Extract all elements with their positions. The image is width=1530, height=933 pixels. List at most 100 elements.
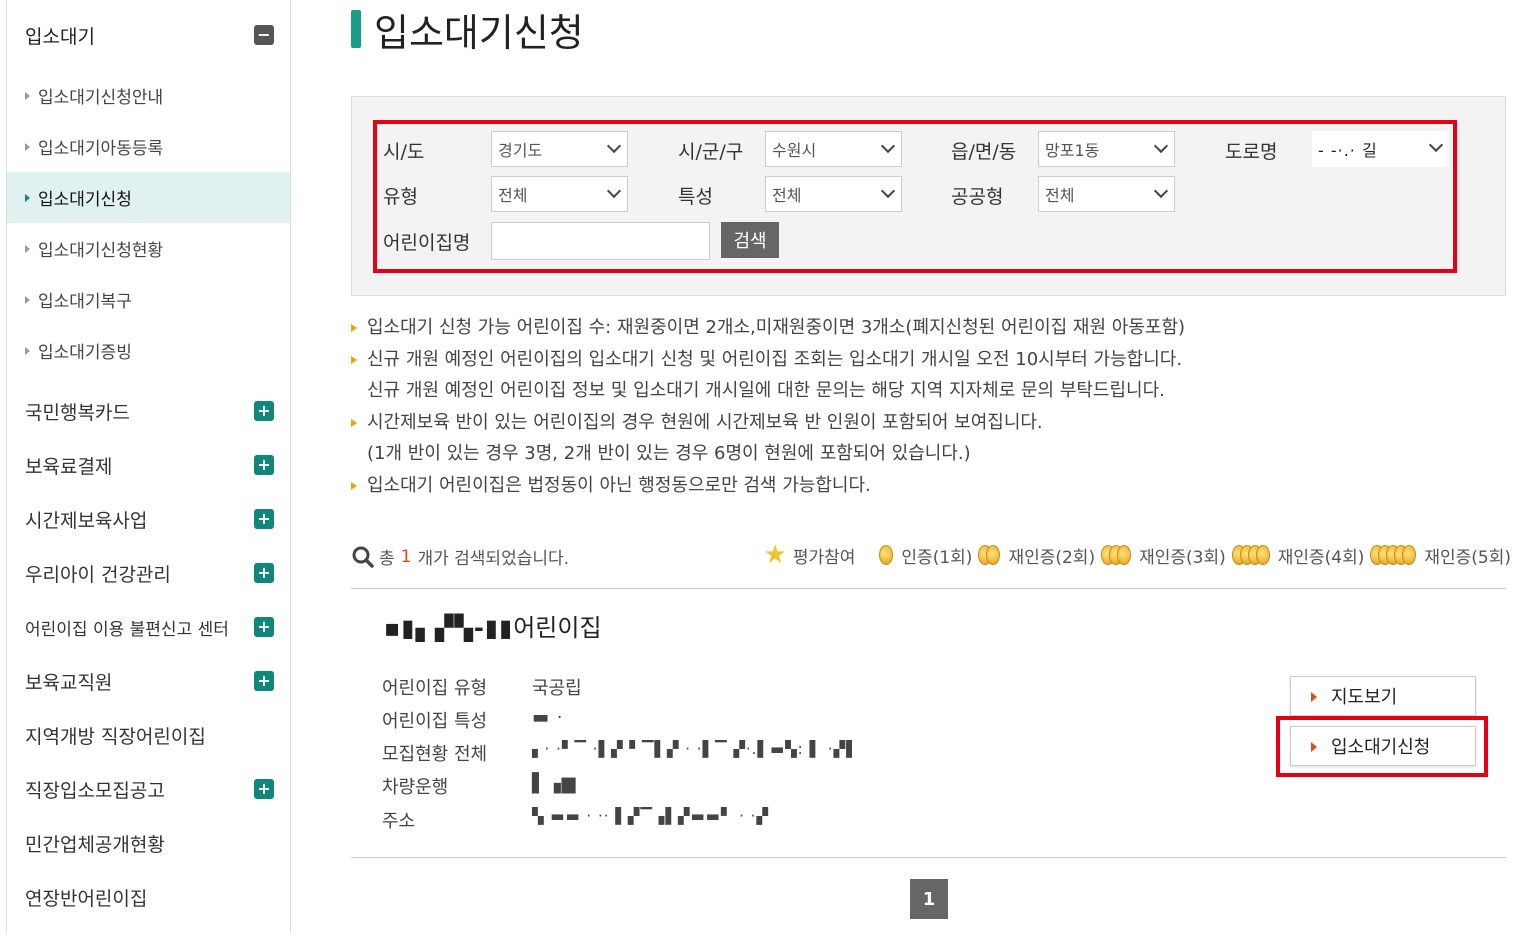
- sidebar-item-waitlist-guide[interactable]: 입소대기신청안내: [7, 70, 290, 121]
- eup-label: 읍/면/동: [951, 141, 1017, 163]
- bullet-icon: [25, 346, 30, 355]
- sidebar-header-waitlist[interactable]: 입소대기 −: [7, 0, 290, 70]
- public-select-value: 전체: [1045, 186, 1075, 205]
- sidebar-category-hourly-care[interactable]: 시간제보육사업 +: [7, 492, 290, 546]
- chevron-down-icon: [606, 183, 622, 199]
- road-select-value: - -·.· 길: [1318, 141, 1378, 160]
- search-icon: [352, 546, 374, 568]
- collapse-icon[interactable]: −: [254, 25, 274, 45]
- notice-text: 신규 개원 예정인 어린이집 정보 및 입소대기 개시일에 대한 문의는 해당 …: [367, 380, 1165, 402]
- sidebar-category-label: 국민행복카드: [25, 401, 130, 424]
- bullet-icon: [351, 481, 357, 490]
- sidebar-category-private-disclosure[interactable]: 민간업체공개현황: [7, 816, 290, 870]
- divider: [351, 857, 1506, 858]
- sidebar-category-label: 보육료결제: [25, 455, 113, 478]
- bullet-icon: [351, 324, 357, 332]
- sidebar-category-label: 직장입소모집공고: [25, 779, 165, 802]
- sidebar-category-workplace-recruit[interactable]: 직장입소모집공고 +: [7, 762, 290, 816]
- center-name-input[interactable]: [491, 222, 710, 260]
- result-bar: 총 1 개가 검색되었습니다. ★ 평가참여 인증(1회) 재인증(2회) 재인증…: [351, 540, 1511, 576]
- chevron-down-icon: [1153, 183, 1169, 199]
- expand-icon[interactable]: +: [254, 401, 274, 421]
- sigungu-select[interactable]: 수원시: [765, 131, 902, 167]
- center-name[interactable]: ▪▮▖▞▚-▮▮어린이집: [384, 608, 602, 643]
- sidebar-category-label: 민간업체공개현황: [25, 833, 165, 856]
- certification-legend: ★ 평가참여 인증(1회) 재인증(2회) 재인증(3회) 재인증(4회) 재인증…: [764, 542, 1511, 568]
- sidebar-category-staff[interactable]: 보육교직원 +: [7, 654, 290, 708]
- sidebar-item-child-registration[interactable]: 입소대기아동등록: [7, 121, 290, 172]
- sido-select[interactable]: 경기도: [491, 131, 628, 167]
- sidebar-category-child-health[interactable]: 우리아이 건강관리 +: [7, 546, 290, 600]
- eup-select[interactable]: 망포1동: [1038, 131, 1175, 167]
- chevron-down-icon: [606, 138, 622, 154]
- sidebar-item-waitlist-proof[interactable]: 입소대기증빙: [7, 325, 290, 376]
- map-view-button[interactable]: 지도보기: [1290, 676, 1476, 716]
- search-button[interactable]: 검색: [721, 222, 779, 258]
- expand-icon[interactable]: +: [254, 509, 274, 529]
- waitlist-apply-button[interactable]: 입소대기신청: [1290, 726, 1476, 766]
- sidebar-category-label: 우리아이 건강관리: [25, 563, 171, 586]
- sido-select-value: 경기도: [498, 141, 543, 160]
- bullet-icon: [351, 418, 357, 427]
- feature-select[interactable]: 전체: [765, 176, 902, 212]
- expand-icon[interactable]: +: [254, 779, 274, 799]
- bullet-icon: [351, 355, 357, 364]
- bullet-icon: [25, 193, 30, 202]
- sidebar-item-label: 입소대기아동등록: [38, 139, 164, 159]
- chevron-down-icon: [1428, 137, 1444, 153]
- road-label: 도로명: [1225, 141, 1278, 163]
- feature-select-value: 전체: [772, 186, 802, 205]
- feature-label: 특성: [678, 186, 713, 208]
- center-feature-label: 어린이집 특성: [382, 711, 488, 732]
- notice-item-continued: 신규 개원 예정인 어린이집 정보 및 입소대기 개시일에 대한 문의는 해당 …: [351, 375, 1511, 407]
- address-label: 주소: [382, 811, 416, 832]
- eup-select-value: 망포1동: [1045, 141, 1100, 160]
- center-type-value: 국공립: [532, 678, 582, 699]
- sidebar-sub-list: 입소대기신청안내 입소대기아동등록 입소대기신청 입소대기신청현황 입소대기복구…: [7, 70, 290, 376]
- notice-item-continued: (1개 반이 있는 경우 3명, 2개 반이 있는 경우 6명이 현원에 포함되…: [351, 438, 1511, 470]
- sidebar-category-happy-card[interactable]: 국민행복카드 +: [7, 384, 290, 438]
- notice-text: 시간제보육 반이 있는 어린이집의 경우 현원에 시간제보육 반 인원이 포함되…: [367, 411, 1043, 433]
- expand-icon[interactable]: +: [254, 563, 274, 583]
- address-value: ▚ ▬▬ · ·· ▌▞▔▗▌▞▬▬▘ · ·▞: [532, 807, 769, 825]
- medal-5-icon: [1370, 545, 1417, 565]
- chevron-down-icon: [880, 138, 896, 154]
- arrow-right-icon: [1311, 692, 1317, 702]
- public-select[interactable]: 전체: [1038, 176, 1175, 212]
- evaluation-star-icon: ★: [763, 540, 787, 570]
- expand-icon[interactable]: +: [254, 671, 274, 691]
- road-select[interactable]: - -·.· 길: [1312, 131, 1449, 167]
- sidebar-category-label: 어린이집 이용 불편신고 센터: [25, 619, 229, 640]
- sido-label: 시/도: [383, 141, 425, 163]
- sidebar-item-waitlist-restore[interactable]: 입소대기복구: [7, 274, 290, 325]
- legend-cert3: 재인증(3회): [1139, 547, 1226, 568]
- vehicle-value: ▌▗▆: [532, 773, 577, 794]
- notice-list: 입소대기 신청 가능 어린이집 수: 재원중이면 2개소,미재원중이면 3개소(…: [351, 312, 1511, 502]
- sidebar-item-waitlist-status[interactable]: 입소대기신청현황: [7, 223, 290, 274]
- expand-icon[interactable]: +: [254, 617, 274, 637]
- sidebar-category-workplace-open[interactable]: 지역개방 직장어린이집: [7, 708, 290, 762]
- result-count: 총 1 개가 검색되었습니다.: [351, 544, 569, 569]
- pagination-page-current[interactable]: 1: [910, 879, 948, 919]
- notice-text: 신규 개원 예정인 어린이집의 입소대기 신청 및 어린이집 조회는 입소대기 …: [367, 348, 1183, 370]
- legend-cert5: 재인증(5회): [1424, 547, 1511, 568]
- center-name-masked: ▪▮▖▞▚-▮▮: [384, 614, 514, 642]
- sidebar-category-fee-payment[interactable]: 보육료결제 +: [7, 438, 290, 492]
- bullet-icon: [25, 244, 30, 253]
- sidebar-item-label: 입소대기신청안내: [38, 88, 164, 108]
- sigungu-label: 시/군/구: [678, 141, 744, 163]
- type-select-value: 전체: [498, 186, 528, 205]
- legend-eval: 평가참여: [792, 547, 856, 568]
- sidebar-item-label: 입소대기복구: [38, 292, 132, 312]
- arrow-right-icon: [1311, 742, 1317, 752]
- expand-icon[interactable]: +: [254, 455, 274, 475]
- center-name-label: 어린이집명: [383, 232, 471, 254]
- type-label: 유형: [383, 186, 418, 208]
- bullet-icon: [25, 91, 30, 100]
- type-select[interactable]: 전체: [491, 176, 628, 212]
- notice-item: 입소대기 신청 가능 어린이집 수: 재원중이면 2개소,미재원중이면 3개소(…: [351, 312, 1511, 344]
- legend-cert1: 인증(1회): [901, 547, 973, 568]
- sidebar-item-waitlist-apply[interactable]: 입소대기신청: [7, 172, 290, 223]
- sidebar-category-extended-class[interactable]: 연장반어린이집: [7, 870, 290, 924]
- sidebar-category-complaint-center[interactable]: 어린이집 이용 불편신고 센터 +: [7, 600, 290, 654]
